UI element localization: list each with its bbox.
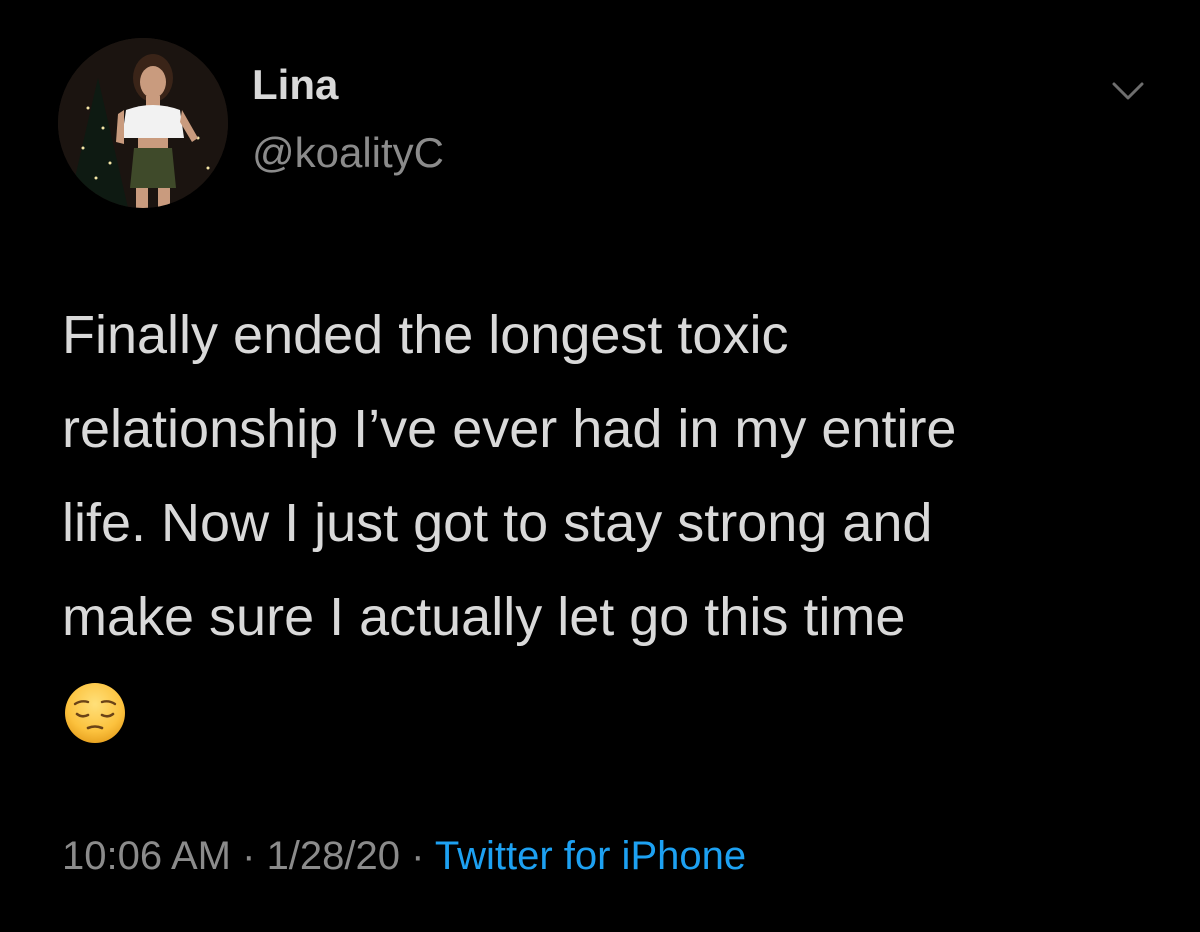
tweet-date[interactable]: 1/28/20: [267, 834, 400, 878]
meta-separator: ·: [231, 834, 267, 878]
tweet-text: Finally ended the longest toxic relation…: [62, 288, 1162, 664]
avatar-image: [58, 38, 228, 208]
author-display-name[interactable]: Lina: [252, 64, 338, 106]
tweet-text-line: life. Now I just got to stay strong and: [62, 493, 933, 553]
pensive-face-emoji: 😔: [64, 682, 126, 744]
tweet-time[interactable]: 10:06 AM: [62, 834, 231, 878]
meta-separator: ·: [400, 834, 435, 878]
author-handle[interactable]: @koalityC: [252, 132, 444, 174]
tweet-text-line: relationship I’ve ever had in my entire: [62, 399, 957, 459]
tweet-meta: 10:06 AM · 1/28/20 · Twitter for iPhone: [62, 836, 746, 876]
avatar[interactable]: [58, 38, 228, 208]
tweet-text-line: make sure I actually let go this time: [62, 587, 906, 647]
tweet-card: Lina @koalityC Finally ended the longest…: [0, 0, 1200, 932]
chevron-down-icon[interactable]: [1108, 76, 1148, 104]
tweet-source-link[interactable]: Twitter for iPhone: [435, 834, 746, 878]
tweet-text-line: Finally ended the longest toxic: [62, 305, 789, 365]
